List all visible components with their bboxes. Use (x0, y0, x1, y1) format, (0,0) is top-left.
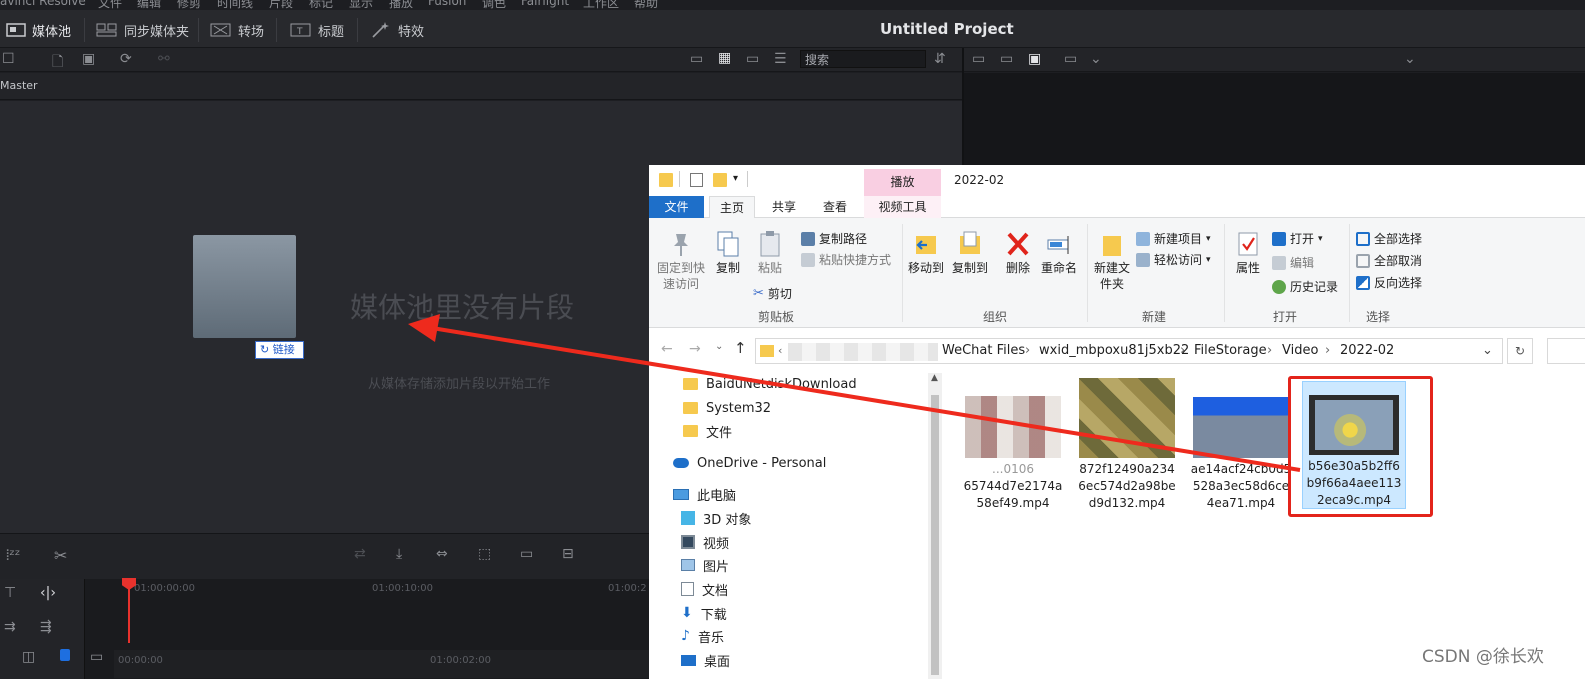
drag-arrow-line (431, 326, 1301, 472)
drag-arrow-overlay (408, 314, 1301, 472)
screen: avinci Resolve 文件 编辑 修剪 时间线 片段 标记 显示 播放 … (0, 0, 1585, 679)
watermark: CSDN @徐长欢 (1422, 647, 1544, 667)
arrow-head-icon (408, 314, 440, 342)
